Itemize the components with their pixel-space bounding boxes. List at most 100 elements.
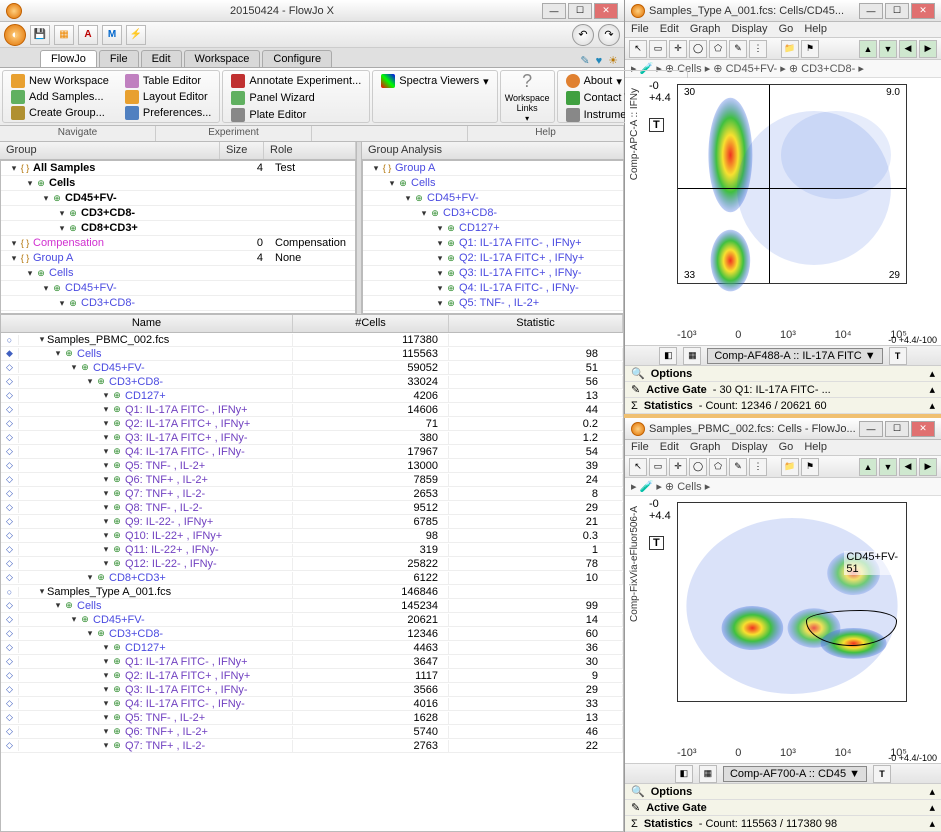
ga-row[interactable]: ▾⊕Q3: IL-17A FITC+ , IFNy-	[363, 266, 623, 281]
table-row[interactable]: ◇▾⊕Q3: IL-17A FITC+ , IFNy-3801.2	[1, 431, 623, 445]
plotB-menu-help[interactable]: Help	[804, 441, 827, 453]
ribbon-icon-3[interactable]: ☀	[608, 54, 618, 67]
plotB-menu-go[interactable]: Go	[779, 441, 794, 453]
group-row[interactable]: ▾{ }Compensation0Compensation	[1, 236, 355, 251]
prev-icon[interactable]: ◀	[899, 40, 917, 58]
group-row[interactable]: ▾⊕CD45+FV-	[1, 191, 355, 206]
flag-icon[interactable]: ⚑	[801, 458, 819, 476]
table-row[interactable]: ○▾Samples_PBMC_002.fcs117380	[1, 333, 623, 347]
plotA-menu-help[interactable]: Help	[804, 23, 827, 35]
plotB-max[interactable]: ☐	[885, 421, 909, 437]
ga-row[interactable]: ▾⊕CD127+	[363, 221, 623, 236]
app-menu-button[interactable]: ◐	[4, 24, 26, 46]
plotA-menu-graph[interactable]: Graph	[690, 23, 721, 35]
plotB-close[interactable]: ✕	[911, 421, 935, 437]
plotA-menu-file[interactable]: File	[631, 23, 649, 35]
folder-icon[interactable]: 📁	[781, 458, 799, 476]
group-analysis-tree[interactable]: ▾{ }Group A▾⊕Cells▾⊕CD45+FV-▾⊕CD3+CD8-▾⊕…	[362, 160, 624, 314]
group-tree[interactable]: ▾{ }All Samples4Test▾⊕Cells▾⊕CD45+FV-▾⊕C…	[0, 160, 356, 314]
group-row[interactable]: ▾⊕CD3+CD8-	[1, 296, 355, 311]
cube-icon[interactable]: ◧	[675, 765, 693, 783]
down-icon[interactable]: ▼	[879, 40, 897, 58]
arrow-icon[interactable]: ↖	[629, 458, 647, 476]
ga-row[interactable]: ▾⊕Q4: IL-17A FITC- , IFNy-	[363, 281, 623, 296]
minimize-button[interactable]: —	[542, 3, 566, 19]
ga-row[interactable]: ▾⊕CD3+CD8-	[363, 206, 623, 221]
table-row[interactable]: ◇▾⊕Q12: IL-22- , IFNy-2582278	[1, 557, 623, 571]
group-row[interactable]: ▾⊕Cells	[1, 266, 355, 281]
maximize-button[interactable]: ☐	[568, 3, 592, 19]
poly-gate-icon[interactable]: ⬠	[709, 458, 727, 476]
tab-edit[interactable]: Edit	[141, 50, 182, 67]
plotA-options[interactable]: 🔍Options▴	[625, 366, 941, 382]
plotB-menu-graph[interactable]: Graph	[690, 441, 721, 453]
text-tool-icon[interactable]: T	[649, 536, 664, 550]
table-row[interactable]: ◇▾⊕CD3+CD8-1234660	[1, 627, 623, 641]
plotB-menu-edit[interactable]: Edit	[660, 441, 679, 453]
table-row[interactable]: ◇▾⊕CD8+CD3+612210	[1, 571, 623, 585]
table-row[interactable]: ◇▾⊕CD127+446336	[1, 641, 623, 655]
next-icon[interactable]: ▶	[919, 458, 937, 476]
next-icon[interactable]: ▶	[919, 40, 937, 58]
table-row[interactable]: ◇▾⊕CD3+CD8-3302456	[1, 375, 623, 389]
table-row[interactable]: ◇▾⊕Q11: IL-22+ , IFNy-3191	[1, 543, 623, 557]
table-row[interactable]: ◇▾⊕Q7: TNF+ , IL-2-276322	[1, 739, 623, 753]
tab-configure[interactable]: Configure	[262, 50, 332, 67]
add-samples-button[interactable]: Add Samples...	[7, 89, 113, 105]
ga-row[interactable]: ▾{ }Group A	[363, 161, 623, 176]
plotB-activegate[interactable]: ✎Active Gate▴	[625, 800, 941, 816]
plotB-menu-file[interactable]: File	[631, 441, 649, 453]
ribbon-icon-2[interactable]: ♥	[596, 55, 603, 67]
table-row[interactable]: ◇▾⊕Q1: IL-17A FITC- , IFNy+1460644	[1, 403, 623, 417]
bolt-icon[interactable]: ⚡	[126, 25, 146, 45]
plate-editor-button[interactable]: Plate Editor	[227, 107, 365, 123]
down-icon[interactable]: ▼	[879, 458, 897, 476]
table-row[interactable]: ◇▾⊕Q9: IL-22- , IFNy+678521	[1, 515, 623, 529]
prev-icon[interactable]: ◀	[899, 458, 917, 476]
poly-gate-icon[interactable]: ⬠	[709, 40, 727, 58]
plotA-activegate[interactable]: ✎Active Gate- 30 Q1: IL-17A FITC- ...▴	[625, 382, 941, 398]
preferences-button[interactable]: Preferences...	[121, 105, 215, 121]
table-row[interactable]: ◇▾⊕Q3: IL-17A FITC+ , IFNy-356629	[1, 683, 623, 697]
plotA-max[interactable]: ☐	[885, 3, 909, 19]
text-icon[interactable]: T	[889, 347, 907, 365]
a-icon[interactable]: A	[78, 25, 98, 45]
table-row[interactable]: ◇▾⊕Q10: IL-22+ , IFNy+980.3	[1, 529, 623, 543]
ga-row[interactable]: ▾⊕Cells	[363, 176, 623, 191]
misc-icon[interactable]: ⋮	[749, 40, 767, 58]
plotB-area[interactable]: Comp-FixVia-eFluor506-A -0+4.4 T CD45+FV…	[625, 496, 941, 763]
redo-button[interactable]: ↷	[598, 24, 620, 46]
table-row[interactable]: ◇▾⊕Q5: TNF- , IL-2+1300039	[1, 459, 623, 473]
rect-gate-icon[interactable]: ▭	[649, 40, 667, 58]
plotA-menu-display[interactable]: Display	[731, 23, 767, 35]
workspace-links-icon[interactable]: ?	[522, 71, 532, 92]
group-row[interactable]: ▾⊕CD3+CD8-	[1, 206, 355, 221]
table-row[interactable]: ◇▾⊕Q5: TNF- , IL-2+162813	[1, 711, 623, 725]
ga-row[interactable]: ▾⊕Q5: TNF- , IL-2+	[363, 296, 623, 311]
table-row[interactable]: ◇▾⊕CD45+FV-5905251	[1, 361, 623, 375]
misc-icon[interactable]: ⋮	[749, 458, 767, 476]
rect-gate-icon[interactable]: ▭	[649, 458, 667, 476]
table-row[interactable]: ○▾Samples_Type A_001.fcs146846	[1, 585, 623, 599]
annotate-experiment-button[interactable]: Annotate Experiment...	[227, 73, 365, 89]
new-workspace-button[interactable]: New Workspace	[7, 73, 113, 89]
data-table-body[interactable]: ○▾Samples_PBMC_002.fcs117380◆▾⊕Cells1155…	[1, 333, 623, 831]
undo-button[interactable]: ↶	[572, 24, 594, 46]
ga-row[interactable]: ▾⊕Q2: IL-17A FITC+ , IFNy+	[363, 251, 623, 266]
plotA-area[interactable]: Comp-APC-A :: IFNy -0+4.4 T 30 9.0 33 29	[625, 78, 941, 345]
plotA-stats[interactable]: ΣStatistics- Count: 12346 / 20621 60▴	[625, 398, 941, 414]
grid-icon[interactable]: ▦	[683, 347, 701, 365]
plotA-close[interactable]: ✕	[911, 3, 935, 19]
table-row[interactable]: ◇▾⊕Q8: TNF- , IL-2-951229	[1, 501, 623, 515]
table-row[interactable]: ◇▾⊕Q4: IL-17A FITC- , IFNy-1796754	[1, 445, 623, 459]
m-icon[interactable]: M	[102, 25, 122, 45]
create-group-button[interactable]: Create Group...	[7, 105, 113, 121]
arrow-icon[interactable]: ↖	[629, 40, 647, 58]
ga-row[interactable]: ▾⊕CD45+FV-	[363, 191, 623, 206]
plotB-min[interactable]: —	[859, 421, 883, 437]
group-row[interactable]: ▾⊕Cells	[1, 176, 355, 191]
plotA-min[interactable]: —	[859, 3, 883, 19]
panel-wizard-button[interactable]: Panel Wizard	[227, 90, 365, 106]
tab-flowjo[interactable]: FlowJo	[40, 50, 97, 67]
group-row[interactable]: ▾⊕CD8+CD3+	[1, 221, 355, 236]
